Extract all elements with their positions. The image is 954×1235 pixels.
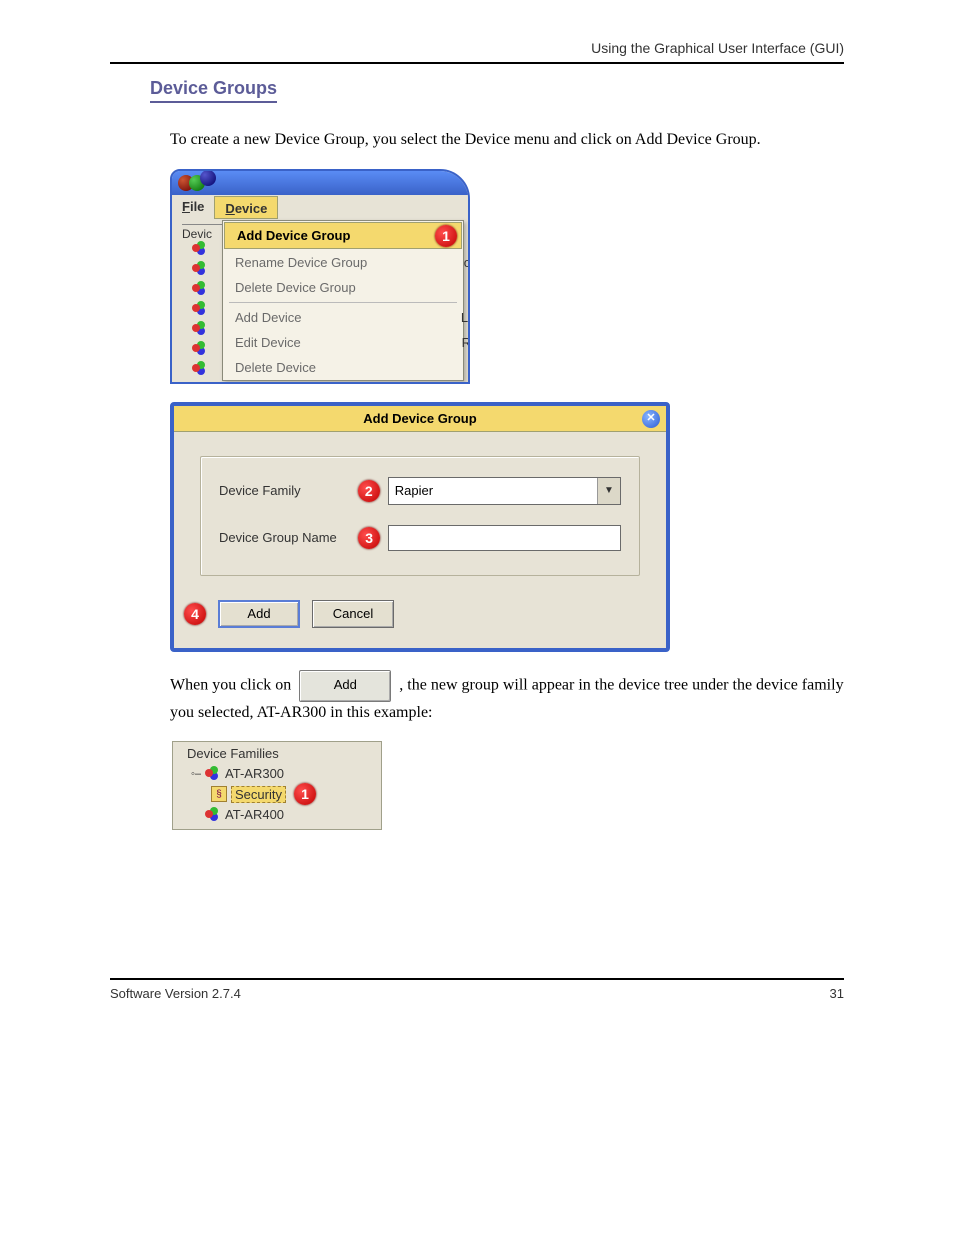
menu-add-device-group[interactable]: Add Device Group 1 (224, 222, 462, 249)
app-icon (200, 170, 216, 186)
menu-item-label: Delete Device (235, 360, 316, 375)
device-group-name-row: Device Group Name 3 (219, 525, 621, 551)
device-family-combo[interactable]: ▼ (388, 477, 621, 505)
tree-node-label-selected: Security (231, 786, 286, 803)
bg-text-frag: Li (461, 310, 470, 325)
footer-version: Software Version 2.7.4 (110, 986, 241, 1001)
menu-device-label: evice (235, 201, 268, 216)
device-family-row: Device Family 2 ▼ (219, 477, 621, 505)
device-node-icon (192, 342, 208, 356)
step-badge-4: 4 (184, 603, 206, 625)
dialog-button-row: 4 Add Cancel (174, 590, 666, 648)
device-family-label: Device Family (219, 483, 358, 498)
intro-paragraph: To create a new Device Group, you select… (170, 129, 844, 151)
menu-item-label: Rename Device Group (235, 255, 367, 270)
page-footer: Software Version 2.7.4 31 (110, 986, 844, 1001)
top-rule (110, 62, 844, 64)
inline-add-button: Add (299, 670, 391, 702)
device-node-icon (192, 302, 208, 316)
window-titlebar (172, 171, 468, 195)
menu-item-label: Add Device Group (237, 228, 350, 243)
bottom-rule (110, 978, 844, 980)
dialog-fieldset: Device Family 2 ▼ Device Group Name 3 (200, 456, 640, 576)
device-node-icon (192, 322, 208, 336)
menu-separator (229, 302, 457, 303)
device-group-icon: § (211, 786, 227, 802)
device-node-icon (192, 242, 208, 256)
menu-delete-device[interactable]: Delete Device (223, 355, 463, 380)
menubar: File Device (172, 195, 468, 220)
menu-add-device[interactable]: Add Device Li (223, 305, 463, 330)
bg-text-frag: o (464, 255, 470, 270)
step-badge-2: 2 (358, 480, 380, 502)
post-paragraph: When you click on Add , the new group wi… (170, 670, 844, 724)
device-families-tree: Device Families ◦– AT-AR300 § Security 1… (172, 741, 382, 830)
step-badge-3: 3 (358, 527, 380, 549)
dialog-titlebar: Add Device Group ✕ (174, 406, 666, 432)
menu-item-label: Delete Device Group (235, 280, 356, 295)
menu-delete-device-group[interactable]: Delete Device Group (223, 275, 463, 300)
text: When you click on (170, 676, 295, 693)
page-running-header: Using the Graphical User Interface (GUI) (110, 40, 844, 62)
device-family-icon (205, 808, 221, 822)
device-menu-dropdown: Add Device Group 1 Rename Device Group o… (222, 220, 464, 381)
add-button[interactable]: Add (218, 600, 300, 628)
step-badge-1: 1 (294, 783, 316, 805)
device-family-value[interactable] (389, 478, 597, 504)
device-node-icon (192, 282, 208, 296)
expand-toggle-icon[interactable]: ◦– (191, 768, 201, 780)
device-group-name-input[interactable] (388, 525, 621, 551)
menu-item-label: Add Device (235, 310, 301, 325)
window-body: Devic Add Device Group 1 Re (172, 220, 468, 382)
tree-icons-column (192, 242, 208, 376)
chevron-down-icon[interactable]: ▼ (597, 478, 620, 504)
device-node-icon (192, 362, 208, 376)
device-group-name-label: Device Group Name (219, 530, 358, 545)
tree-row[interactable]: ◦– AT-AR400 (185, 806, 375, 823)
bg-text-frag: R (462, 335, 470, 350)
dialog-title-text: Add Device Group (363, 411, 476, 426)
tree-node-label: AT-AR400 (225, 807, 284, 822)
footer-page-number: 31 (830, 986, 844, 1001)
dialog-body: Device Family 2 ▼ Device Group Name 3 (174, 432, 666, 590)
tree-legend: Device Families (183, 746, 283, 761)
step-badge-1: 1 (435, 225, 457, 247)
page: Using the Graphical User Interface (GUI)… (0, 0, 954, 1235)
section-title: Device Groups (150, 78, 277, 103)
add-device-group-dialog: Add Device Group ✕ Device Family 2 ▼ Dev… (170, 402, 670, 652)
figure-tree-screenshot: Device Families ◦– AT-AR300 § Security 1… (170, 741, 844, 830)
tree-row[interactable]: § Security 1 (185, 782, 375, 806)
menu-edit-device[interactable]: Edit Device R (223, 330, 463, 355)
figure-menu-screenshot: File Device Devic Add Device Group (170, 169, 844, 384)
device-node-icon (192, 262, 208, 276)
close-icon[interactable]: ✕ (642, 410, 660, 428)
menu-device[interactable]: Device (214, 196, 278, 219)
figure-dialog-screenshot: Add Device Group ✕ Device Family 2 ▼ Dev… (170, 402, 844, 652)
menu-file[interactable]: File (172, 195, 214, 220)
tree-row[interactable]: ◦– AT-AR300 (185, 765, 375, 782)
menu-file-label: ile (190, 199, 204, 214)
app-window-fragment: File Device Devic Add Device Group (170, 169, 470, 384)
device-family-icon (205, 767, 221, 781)
menu-item-label: Edit Device (235, 335, 301, 350)
tree-node-label: AT-AR300 (225, 766, 284, 781)
menu-rename-device-group[interactable]: Rename Device Group o (223, 250, 463, 275)
cancel-button[interactable]: Cancel (312, 600, 394, 628)
